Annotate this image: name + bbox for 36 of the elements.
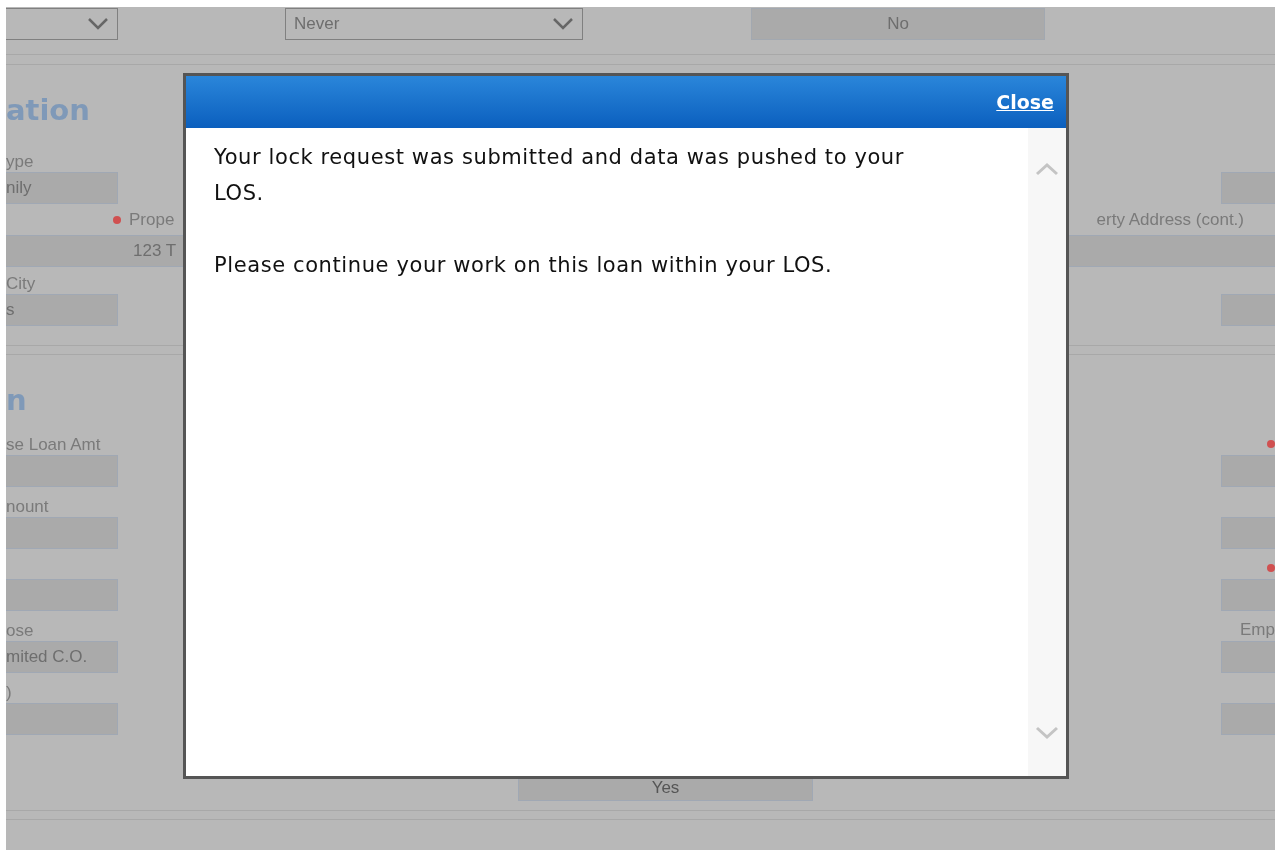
text-field[interactable]	[6, 579, 118, 611]
scroll-up-icon[interactable]	[1035, 162, 1059, 176]
text-field[interactable]	[1221, 641, 1275, 673]
chevron-down-icon	[87, 17, 109, 31]
close-link[interactable]: Close	[996, 91, 1054, 113]
field-label: se Loan Amt	[6, 435, 102, 455]
field-label: ose	[6, 621, 35, 641]
dropdown[interactable]: Never	[285, 8, 583, 40]
field-label: )	[6, 683, 13, 703]
field-label: ype	[6, 152, 34, 171]
text-field[interactable]	[1221, 517, 1275, 549]
field-label: Prope	[129, 210, 175, 230]
text-field[interactable]	[1221, 703, 1275, 735]
scroll-down-icon[interactable]	[1035, 726, 1059, 740]
text-field[interactable]: mited C.O.	[6, 641, 118, 673]
field-label: nount	[6, 497, 50, 517]
text-field[interactable]	[1221, 579, 1275, 611]
text-field[interactable]: No	[751, 8, 1045, 40]
section-heading: n	[6, 382, 27, 419]
text-field[interactable]	[1221, 294, 1275, 326]
field-label: erty Address (cont.)	[1096, 210, 1244, 230]
chevron-down-icon	[552, 17, 574, 31]
text-field[interactable]	[1221, 172, 1275, 204]
message-text: Your lock request was submitted and data was pushed to your LOS.	[214, 144, 905, 207]
text-field[interactable]: s	[6, 294, 118, 326]
dropdown[interactable]	[6, 8, 118, 40]
text-field[interactable]	[6, 517, 118, 549]
message-text: Please continue your work on this loan within your LOS.	[214, 252, 834, 279]
field-label: City	[6, 274, 36, 293]
text-field[interactable]	[6, 455, 118, 487]
section-heading: ation	[6, 92, 90, 129]
scrollbar[interactable]	[1028, 128, 1066, 776]
text-field[interactable]	[1221, 455, 1275, 487]
text-field[interactable]	[6, 703, 118, 735]
text-field[interactable]: nily	[6, 172, 118, 204]
field-label: Emp	[1240, 620, 1275, 640]
